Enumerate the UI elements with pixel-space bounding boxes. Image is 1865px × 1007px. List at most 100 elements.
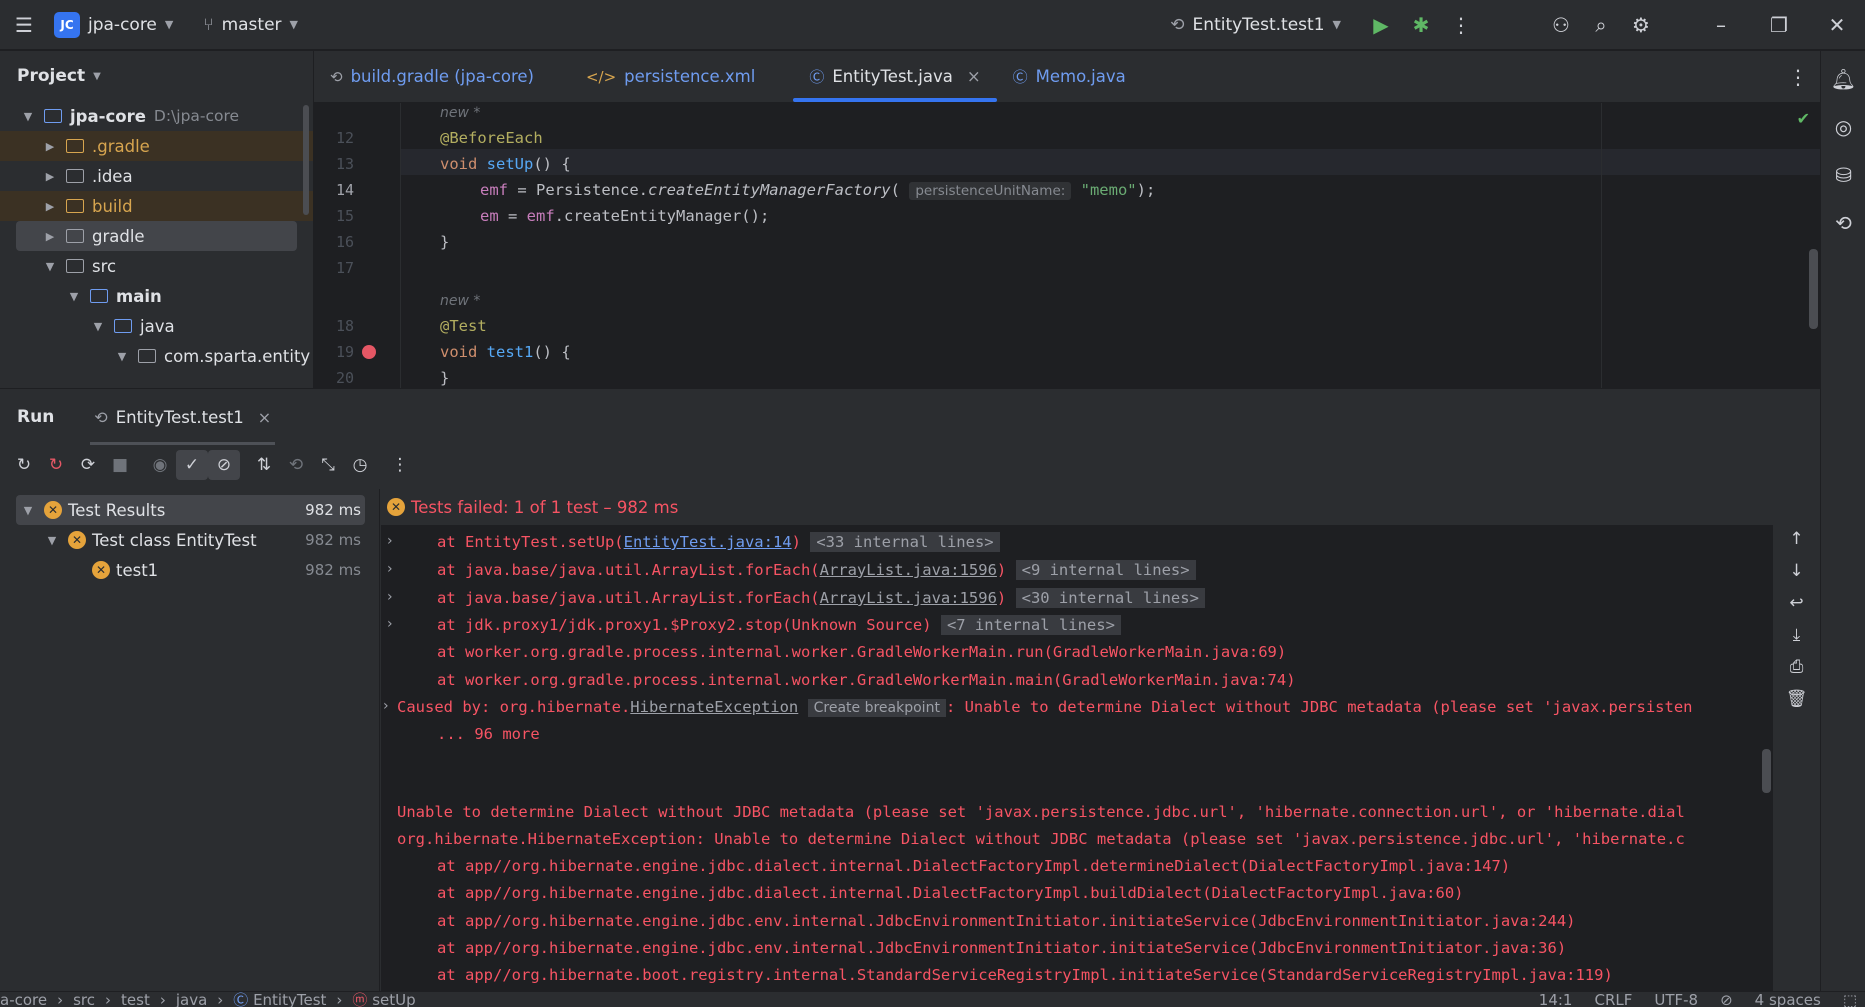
settings-icon[interactable]: ⚙ [1621, 5, 1661, 45]
tree-item-label: build [92, 196, 133, 216]
chevron-down-icon: ▼ [23, 109, 33, 123]
close-icon[interactable]: × [967, 67, 981, 86]
ai-assistant-icon[interactable]: ◎ [1821, 103, 1865, 151]
test-class-entitytest[interactable]: ▼ ✕ Test class EntityTest 982 ms [0, 525, 379, 555]
minimize-icon[interactable]: – [1701, 5, 1741, 45]
readonly-icon[interactable]: ⊘ [1720, 992, 1733, 1007]
breadcrumb-src[interactable]: src [73, 992, 95, 1007]
add-user-icon[interactable]: ⚇ [1541, 5, 1581, 45]
gradle-icon[interactable]: ⟲ [1821, 199, 1865, 247]
close-icon[interactable]: × [258, 408, 271, 427]
debug-icon[interactable]: ✱ [1401, 5, 1441, 45]
expand-icon[interactable]: › [387, 616, 403, 632]
expand-icon[interactable]: › [387, 533, 403, 549]
show-failed-icon[interactable]: ⊘ [208, 450, 240, 480]
breadcrumb-test[interactable]: test [121, 992, 150, 1007]
show-ignored-icon[interactable]: ✓ [176, 450, 208, 480]
console-line: at app//org.hibernate.engine.jdbc.env.in… [437, 939, 1567, 957]
folded-lines[interactable]: <33 internal lines> [810, 532, 1000, 552]
tab-persistence-xml[interactable]: </> persistence.xml [570, 51, 771, 102]
run-config-selector[interactable]: ⟲ EntityTest.test1 ▼ [1170, 15, 1341, 35]
code-line-15: em = emf.createEntityManager(); [480, 207, 770, 225]
more-icon[interactable]: ⋮ [1778, 51, 1818, 103]
tree-scrollbar[interactable] [303, 105, 309, 215]
tree-item-java[interactable]: ▼ java [0, 311, 313, 341]
test-results-root[interactable]: ▼ ✕ Test Results 982 ms [16, 495, 365, 525]
editor-scrollbar[interactable] [1809, 249, 1818, 329]
folded-lines[interactable]: <7 internal lines> [940, 615, 1121, 635]
tree-item-package[interactable]: ▼ com.sparta.entity [0, 341, 313, 371]
toggle-auto-test-icon[interactable]: ⟳ [72, 450, 104, 480]
collapse-icon[interactable]: ⤡ [312, 450, 344, 480]
run-tab-entitytest[interactable]: ⟲ EntityTest.test1 × [90, 389, 276, 445]
more-icon[interactable]: ⋮ [1441, 5, 1481, 45]
breadcrumb-class[interactable]: Ⓒ EntityTest [233, 992, 326, 1007]
line-number: 14 [335, 181, 354, 199]
tab-entitytest-java[interactable]: Ⓒ EntityTest.java × [793, 51, 997, 102]
create-breakpoint-button[interactable]: Create breakpoint [807, 699, 946, 717]
source-link[interactable]: EntityTest.java:14 [624, 533, 792, 551]
soft-wrap-icon[interactable]: ↩ [1773, 587, 1820, 619]
tree-item-idea[interactable]: ▶ .idea [0, 161, 313, 191]
hamburger-menu-icon[interactable]: ☰ [4, 5, 44, 45]
stop-icon[interactable]: ■ [104, 450, 136, 480]
close-icon[interactable]: ✕ [1817, 5, 1857, 45]
source-link[interactable]: ArrayList.java:1596 [820, 561, 997, 579]
import-tests-icon[interactable]: ⟲ [280, 450, 312, 480]
folded-lines[interactable]: <9 internal lines> [1015, 560, 1196, 580]
tab-build-gradle[interactable]: ⟲ build.gradle (jpa-core) [314, 51, 550, 102]
console-output[interactable]: ✕ Tests failed: 1 of 1 test – 982 ms › a… [381, 489, 1773, 992]
trash-icon[interactable]: 🗑︎ [1773, 683, 1820, 715]
test-failed-marker-icon[interactable] [362, 345, 376, 359]
chevron-down-icon: ▼ [93, 70, 101, 82]
project-panel-header[interactable]: Project ▼ [0, 51, 313, 101]
up-arrow-icon[interactable]: ↑ [1773, 523, 1820, 555]
exception-link[interactable]: HibernateException [630, 698, 798, 716]
test-method-test1[interactable]: ✕ test1 982 ms [0, 555, 379, 585]
console-line: at app//org.hibernate.boot.registry.inte… [437, 966, 1613, 984]
source-link[interactable]: ArrayList.java:1596 [820, 589, 997, 607]
notifications-icon[interactable]: 🔔︎ [1821, 55, 1865, 103]
breadcrumb-separator: › [336, 991, 343, 1007]
tree-item-gradle[interactable]: ▶ gradle [16, 221, 297, 251]
down-arrow-icon[interactable]: ↓ [1773, 555, 1820, 587]
expand-icon[interactable]: › [387, 589, 403, 605]
test-config-icon: ⟲ [1170, 14, 1185, 35]
database-icon[interactable]: ⛁ [1821, 151, 1865, 199]
console-line: at worker.org.gradle.process.internal.wo… [437, 643, 1287, 661]
breadcrumb-method[interactable]: ⓜ setUp [352, 992, 415, 1007]
tree-item-label: main [116, 286, 162, 306]
tree-item-gradle-hidden[interactable]: ▶ .gradle [0, 131, 313, 161]
scroll-to-end-icon[interactable]: ⤓ [1773, 619, 1820, 651]
run-icon[interactable]: ▶ [1361, 5, 1401, 45]
lock-icon[interactable]: ⬚ [1843, 992, 1857, 1007]
expand-icon[interactable]: › [387, 561, 403, 577]
project-selector[interactable]: JC jpa-core ▼ [54, 11, 173, 38]
tree-item-main[interactable]: ▼ main [0, 281, 313, 311]
console-scrollbar[interactable] [1762, 749, 1771, 793]
rerun-icon[interactable]: ↻ [8, 450, 40, 480]
line-separator[interactable]: CRLF [1594, 992, 1632, 1007]
restore-icon[interactable]: ❐ [1759, 5, 1799, 45]
rerun-failed-icon[interactable]: ↻ [40, 450, 72, 480]
tree-item-src[interactable]: ▼ src [0, 251, 313, 281]
caret-position[interactable]: 14:1 [1539, 992, 1573, 1007]
tree-item-root[interactable]: ▼ jpa-core D:\jpa-core [0, 101, 313, 131]
folder-icon [66, 199, 84, 213]
tab-memo-java[interactable]: Ⓒ Memo.java [997, 51, 1142, 102]
branch-selector[interactable]: ⑂ master ▼ [203, 15, 298, 35]
no-problems-check-icon[interactable]: ✔ [1797, 109, 1810, 128]
sort-icon[interactable]: ⇅ [248, 450, 280, 480]
more-icon[interactable]: ⋮ [384, 450, 416, 480]
file-encoding[interactable]: UTF-8 [1654, 992, 1698, 1007]
search-icon[interactable]: ⌕ [1581, 5, 1621, 45]
folded-lines[interactable]: <30 internal lines> [1015, 588, 1205, 608]
tree-item-build[interactable]: ▶ build [0, 191, 313, 221]
breadcrumb-java[interactable]: java [176, 992, 207, 1007]
breadcrumb-project[interactable]: a-core [0, 992, 47, 1007]
print-icon[interactable]: ⎙ [1773, 651, 1820, 683]
code-editor[interactable]: 12 13 14 15 16 17 18 19 20 new * @Before… [314, 103, 1820, 388]
history-icon[interactable]: ◷ [344, 450, 376, 480]
indent-setting[interactable]: 4 spaces [1755, 992, 1821, 1007]
show-passed-icon[interactable]: ◉ [144, 450, 176, 480]
